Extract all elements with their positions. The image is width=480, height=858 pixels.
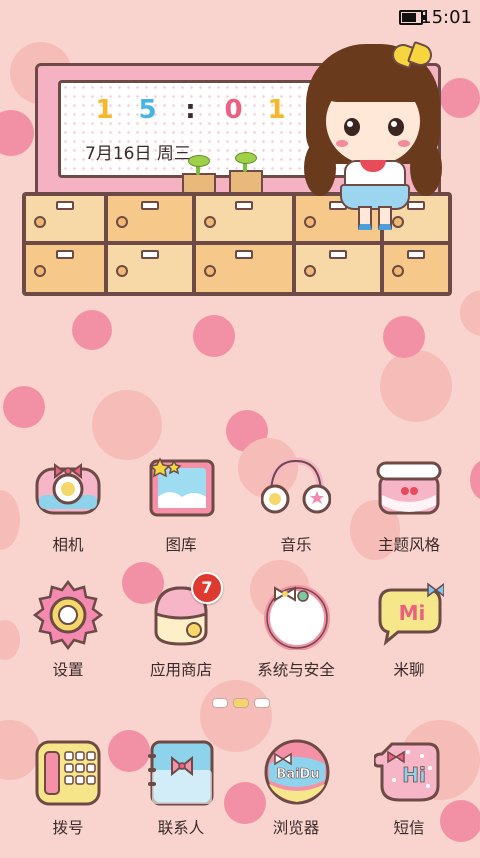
app-label: 图库 [165,536,197,554]
app-settings[interactable]: 设置 [8,579,128,700]
app-label: 短信 [393,819,425,837]
app-themes[interactable]: 主题风格 [349,455,469,575]
app-label: 拨号 [52,819,84,837]
status-bar: 15:01 [0,0,480,36]
widget-time: 1 5 : 0 1 [83,95,298,125]
app-label: 系统与安全 [257,661,335,679]
app-label: 米聊 [393,661,425,679]
gear-icon [32,579,104,651]
contacts-icon [146,738,216,808]
widget-date: 7月16日 周三 [85,144,191,164]
hour-ones-digit: 5 [138,95,157,125]
page-indicator[interactable] [212,698,270,710]
page-dot[interactable] [212,698,228,708]
messages-text: Hi [402,763,426,787]
app-music[interactable]: 音乐 [236,455,356,575]
browser-text: BaiDu [276,767,319,782]
dock-contacts[interactable]: 联系人 [121,738,241,858]
app-label: 相机 [52,536,84,554]
clock-widget[interactable]: 1 5 : 0 1 7月16日 周三 [0,40,480,302]
app-label: 设置 [52,661,84,679]
miliao-icon: Mi [374,580,445,650]
minute-ones-digit: 1 [267,95,286,125]
headphones-icon [260,455,332,525]
status-clock: 15:01 [420,7,472,28]
app-miliao[interactable]: Mi 米聊 [349,580,469,700]
app-security[interactable]: 系统与安全 [236,580,356,700]
time-separator: : [185,95,196,125]
dock-browser[interactable]: BaiDu 浏览器 [236,738,356,858]
app-store[interactable]: 7 应用商店 [121,572,241,700]
girl-illustration [300,40,445,230]
app-label: 联系人 [157,819,205,837]
app-camera[interactable]: 相机 [8,455,128,575]
dock-phone[interactable]: 拨号 [8,738,128,858]
minute-tens-digit: 0 [224,95,243,125]
gallery-icon [146,455,216,525]
camera-icon [33,455,103,525]
hair-bow-icon [388,40,436,70]
app-label: 主题风格 [377,536,440,554]
themes-icon [374,455,444,525]
phone-icon [33,738,103,808]
security-icon [261,580,331,651]
page-dot-active[interactable] [233,698,249,708]
browser-icon: BaiDu [261,738,331,808]
dock-messages[interactable]: Hi 短信 [349,738,469,858]
app-label: 应用商店 [149,661,212,679]
notification-badge: 7 [191,572,223,604]
app-label: 浏览器 [272,819,320,837]
app-label: 音乐 [280,536,312,554]
miliao-text: Mi [399,601,426,625]
hour-tens-digit: 1 [95,95,114,125]
messages-icon: Hi [372,738,444,808]
app-gallery[interactable]: 图库 [121,455,241,575]
page-dot[interactable] [254,698,270,708]
